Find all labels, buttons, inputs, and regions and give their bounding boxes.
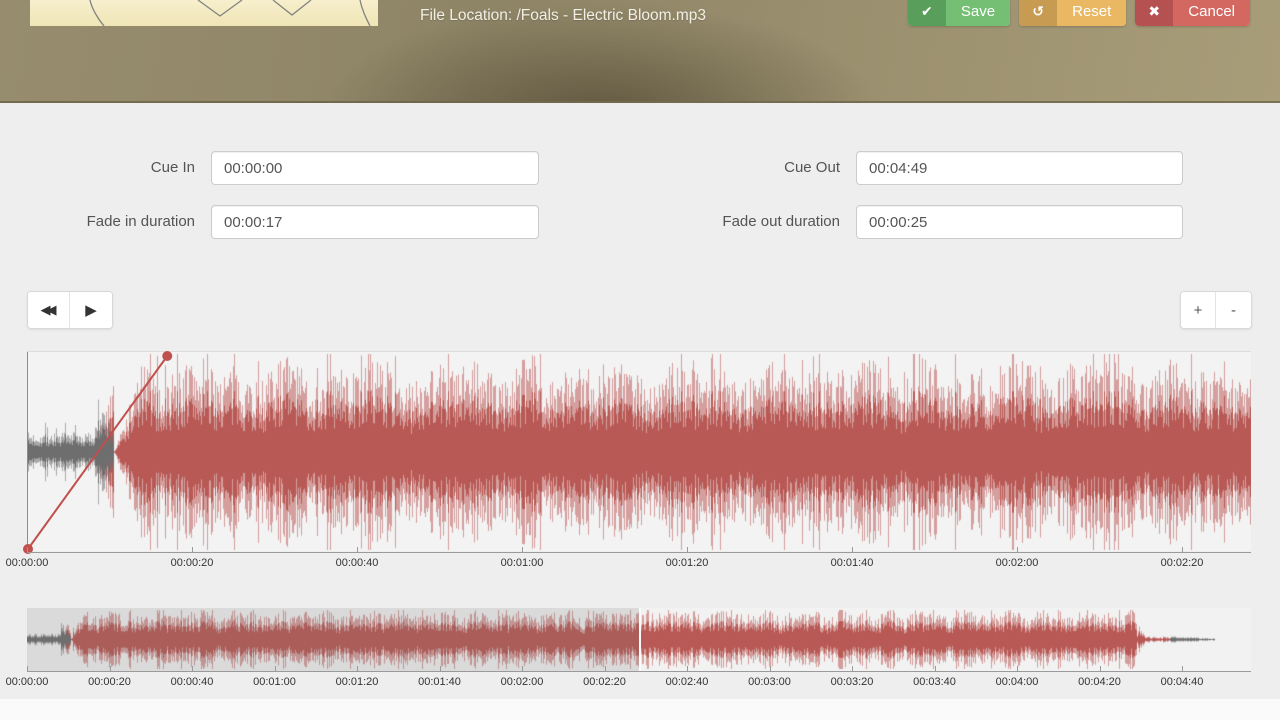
- cancel-button[interactable]: ✖ Cancel: [1135, 0, 1250, 26]
- axis-tick: [1017, 666, 1018, 672]
- axis-tick: [357, 547, 358, 553]
- audio-cue-editor-page: File Location: /Foals - Electric Bloom.m…: [0, 0, 1280, 720]
- axis-tick: [770, 666, 771, 672]
- cancel-button-label: Cancel: [1173, 0, 1250, 26]
- axis-tick-label: 00:01:40: [831, 557, 874, 569]
- play-icon: ▶: [85, 301, 97, 319]
- axis-tick: [1100, 666, 1101, 672]
- save-button[interactable]: ✔ Save: [908, 0, 1010, 26]
- fade-in-duration-field[interactable]: [211, 205, 539, 239]
- axis-tick: [357, 666, 358, 672]
- axis-tick: [935, 666, 936, 672]
- axis-tick: [852, 666, 853, 672]
- fade-out-duration-label: Fade out duration: [645, 214, 840, 230]
- cue-in-field[interactable]: [211, 151, 539, 185]
- axis-tick: [110, 666, 111, 672]
- axis-tick-label: 00:04:20: [1078, 676, 1121, 688]
- main-waveform: 00:00:0000:00:2000:00:4000:01:0000:01:20…: [27, 351, 1251, 551]
- axis-tick: [522, 666, 523, 672]
- album-art-lines: [30, 0, 378, 26]
- main-waveform-axis: 00:00:0000:00:2000:00:4000:01:0000:01:20…: [27, 552, 1251, 574]
- reset-arrow-icon: ↺: [1019, 0, 1057, 26]
- axis-tick: [440, 666, 441, 672]
- fade-in-envelope: [27, 352, 1251, 552]
- axis-tick-label: 00:01:00: [253, 676, 296, 688]
- overview-viewport-edge[interactable]: [639, 608, 641, 671]
- check-icon: ✔: [908, 0, 946, 26]
- header-buttons: ✔ Save ↺ Reset ✖ Cancel: [908, 0, 1250, 26]
- axis-tick: [687, 547, 688, 553]
- overview-viewport-region[interactable]: [27, 608, 639, 671]
- transport-controls: ◀◀ ▶: [27, 291, 113, 329]
- axis-tick: [192, 547, 193, 553]
- axis-tick-label: 00:02:20: [1161, 557, 1204, 569]
- album-art-image: [30, 0, 378, 26]
- axis-tick: [687, 666, 688, 672]
- rewind-button[interactable]: ◀◀: [28, 292, 70, 328]
- axis-tick: [192, 666, 193, 672]
- reset-button-label: Reset: [1057, 0, 1126, 26]
- axis-tick-label: 00:00:40: [336, 557, 379, 569]
- axis-tick-label: 00:01:20: [666, 557, 709, 569]
- zoom-in-button[interactable]: +: [1181, 292, 1216, 328]
- cue-in-label: Cue In: [0, 160, 195, 176]
- close-icon: ✖: [1135, 0, 1173, 26]
- axis-tick: [275, 666, 276, 672]
- overview-waveform: 00:00:0000:00:2000:00:4000:01:0000:01:20…: [27, 608, 1251, 671]
- header: File Location: /Foals - Electric Bloom.m…: [0, 0, 1280, 103]
- axis-tick-label: 00:02:40: [666, 676, 709, 688]
- fade-out-duration-field[interactable]: [856, 205, 1183, 239]
- cue-out-label: Cue Out: [645, 160, 840, 176]
- axis-tick-label: 00:00:20: [88, 676, 131, 688]
- axis-tick-label: 00:01:40: [418, 676, 461, 688]
- footer-strip: [0, 699, 1280, 720]
- axis-tick: [27, 547, 28, 553]
- save-button-label: Save: [946, 0, 1010, 26]
- axis-tick: [1182, 666, 1183, 672]
- fade-in-duration-label: Fade in duration: [0, 214, 195, 230]
- cue-out-field[interactable]: [856, 151, 1183, 185]
- zoom-controls: + -: [1180, 291, 1252, 329]
- reset-button[interactable]: ↺ Reset: [1019, 0, 1126, 26]
- axis-tick-label: 00:02:20: [583, 676, 626, 688]
- axis-tick-label: 00:03:20: [831, 676, 874, 688]
- axis-tick: [852, 547, 853, 553]
- axis-tick-label: 00:03:00: [748, 676, 791, 688]
- axis-tick: [1017, 547, 1018, 553]
- axis-tick: [27, 666, 28, 672]
- axis-tick: [605, 666, 606, 672]
- fade-in-end-handle[interactable]: [162, 351, 172, 361]
- zoom-out-button[interactable]: -: [1216, 292, 1251, 328]
- axis-tick: [1182, 547, 1183, 553]
- rewind-icon: ◀◀: [41, 302, 57, 318]
- axis-tick-label: 00:00:40: [171, 676, 214, 688]
- play-button[interactable]: ▶: [70, 292, 112, 328]
- file-location-text: File Location: /Foals - Electric Bloom.m…: [420, 3, 706, 29]
- axis-tick: [522, 547, 523, 553]
- axis-tick-label: 00:04:40: [1161, 676, 1204, 688]
- axis-tick-label: 00:01:20: [336, 676, 379, 688]
- axis-tick-label: 00:01:00: [501, 557, 544, 569]
- axis-tick-label: 00:00:00: [6, 557, 49, 569]
- axis-tick-label: 00:03:40: [913, 676, 956, 688]
- overview-axis: 00:00:0000:00:2000:00:4000:01:0000:01:20…: [27, 671, 1251, 693]
- axis-tick-label: 00:00:00: [6, 676, 49, 688]
- axis-tick-label: 00:02:00: [501, 676, 544, 688]
- axis-tick-label: 00:04:00: [996, 676, 1039, 688]
- axis-tick-label: 00:00:20: [171, 557, 214, 569]
- axis-tick-label: 00:02:00: [996, 557, 1039, 569]
